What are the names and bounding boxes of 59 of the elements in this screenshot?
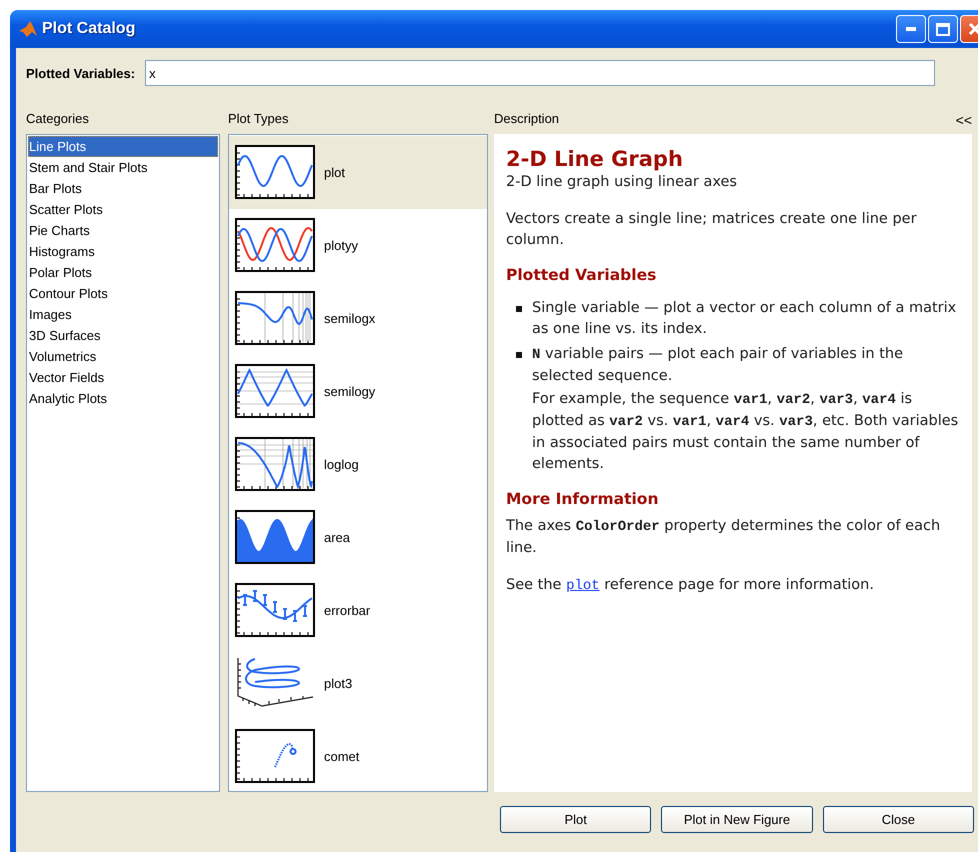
reference-link[interactable]: plot <box>566 578 600 594</box>
column-heading: Description <box>494 112 560 128</box>
category-item[interactable]: Analytic Plots <box>28 388 218 409</box>
paragraph: The axes ColorOrder property determines the color of each line. <box>506 517 942 558</box>
field-label: Plotted Variables: <box>26 66 136 80</box>
bullet-icon <box>516 352 522 358</box>
dialog-button[interactable]: Plot <box>500 806 652 833</box>
category-item[interactable]: 3D Surfaces <box>28 324 218 346</box>
window-title: Plot Catalog <box>42 20 136 38</box>
paragraph: Vectors create a single line; matrices create one line per column. <box>506 210 918 250</box>
minimize-button[interactable] <box>896 15 926 43</box>
description-title: 2-D Line Graph <box>506 146 684 172</box>
plot-type-item[interactable]: semilogx <box>229 282 487 355</box>
log-grid-plot-icon <box>235 364 315 418</box>
column-heading: Plot Types <box>228 112 290 128</box>
column-heading: Categories <box>26 112 90 128</box>
comet-plot-icon <box>235 729 315 784</box>
category-item[interactable]: Stem and Stair Plots <box>28 156 218 178</box>
plot-type-item[interactable]: semilogy <box>229 354 487 428</box>
close-icon <box>968 22 978 36</box>
paragraph: For example, the sequence var1, var2, var3, var4 is plotted as var2 vs. var1, var4 vs. var3, etc. Both variables in associated pairs must contain the same number of elements. <box>532 390 960 474</box>
plot-type-item[interactable]: comet <box>229 720 487 791</box>
two-wave-plot-icon <box>235 218 315 272</box>
log-grid-plot-icon <box>235 437 315 492</box>
log-grid-plot-icon <box>235 291 315 346</box>
category-item[interactable]: Images <box>28 304 218 325</box>
description-subtitle: 2-D line graph using linear axes <box>506 173 738 192</box>
bullet-icon <box>516 306 522 312</box>
area-plot-icon <box>235 510 315 564</box>
dialog-button[interactable]: Plot in New Figure <box>661 806 813 833</box>
category-item[interactable]: Line Plots <box>28 136 218 157</box>
bullet-text: Single variable — plot a vector or each column of a matrix as one line vs. its index. <box>532 299 958 339</box>
category-item[interactable]: Polar Plots <box>28 262 218 283</box>
minimize-icon <box>906 27 916 31</box>
category-item[interactable]: Histograms <box>28 240 218 262</box>
category-item[interactable]: Scatter Plots <box>28 198 218 220</box>
paragraph: See the plot reference page for more information. <box>506 576 875 596</box>
plot-type-item[interactable]: errorbar <box>229 574 487 647</box>
dialog-button[interactable]: Close <box>822 806 974 833</box>
peak-logo-icon <box>18 20 38 38</box>
plot-type-item[interactable]: area <box>229 500 487 574</box>
maximize-icon <box>936 22 950 36</box>
bullet-text: N variable pairs — plot each pair of variables in the selected sequence. <box>532 345 904 386</box>
plot-type-item[interactable]: plot3 <box>229 646 487 720</box>
category-item[interactable]: Contour Plots <box>28 282 218 304</box>
category-item[interactable]: Vector Fields <box>28 366 218 388</box>
plot-type-item[interactable]: plotyy <box>229 208 487 282</box>
collapse-button[interactable]: << <box>956 112 972 128</box>
plot-type-item[interactable]: plot <box>229 136 487 209</box>
section-heading: Plotted Variables <box>506 265 658 286</box>
maximize-button[interactable] <box>928 15 958 43</box>
plotted-variables-field[interactable]: x <box>145 60 936 86</box>
category-item[interactable]: Bar Plots <box>28 178 218 199</box>
category-item[interactable]: Volumetrics <box>28 346 218 367</box>
section-heading: More Information <box>506 489 660 510</box>
plot-type-item[interactable]: loglog <box>229 428 487 501</box>
wave-plot-icon <box>235 145 315 200</box>
error-bar-plot-icon <box>235 583 315 638</box>
category-item[interactable]: Pie Charts <box>28 220 218 241</box>
